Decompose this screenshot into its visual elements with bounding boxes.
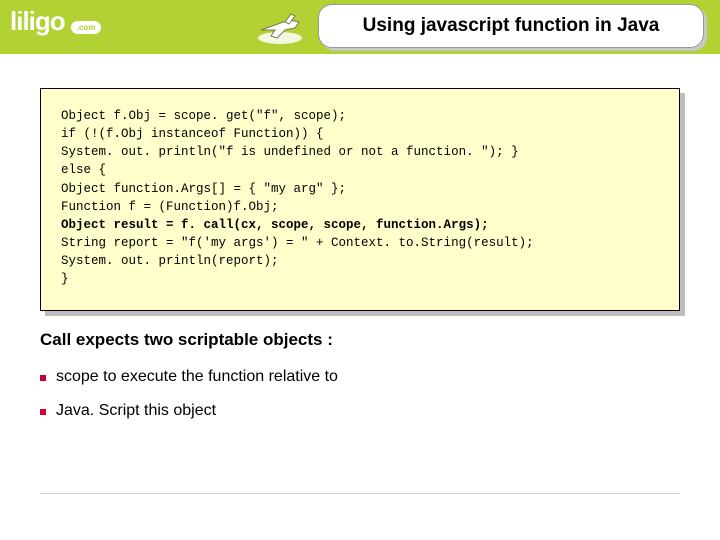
code-line: System. out. println(report);	[61, 254, 279, 268]
list-item: scope to execute the function relative t…	[40, 368, 680, 386]
code-line: Object function.Args[] = { "my arg" };	[61, 182, 346, 196]
code-content: Object f.Obj = scope. get("f", scope); i…	[61, 107, 659, 288]
footer-divider	[40, 493, 680, 494]
list-item: Java. Script this object	[40, 402, 680, 420]
brand-name: liligo	[10, 6, 65, 37]
code-line: String report = "f('my args') = " + Cont…	[61, 236, 534, 250]
code-line-bold: Object result = f. call(cx, scope, scope…	[61, 218, 489, 232]
slide-title: Using javascript function in Java	[363, 15, 660, 37]
subheading: Call expects two scriptable objects :	[40, 330, 680, 350]
code-line: Object f.Obj = scope. get("f", scope);	[61, 109, 346, 123]
code-line: }	[61, 272, 69, 286]
bullet-text: scope to execute the function relative t…	[56, 368, 338, 386]
code-line: Function f = (Function)f.Obj;	[61, 200, 279, 214]
body-content: Call expects two scriptable objects : sc…	[40, 330, 680, 436]
code-line: System. out. println("f is undefined or …	[61, 145, 519, 159]
brand-suffix: .com	[71, 21, 102, 34]
brand-logo: liligo .com	[10, 6, 101, 37]
code-line: else {	[61, 163, 106, 177]
bullet-square-icon	[40, 409, 46, 415]
bullet-square-icon	[40, 375, 46, 381]
slide-title-pill: Using javascript function in Java	[318, 4, 704, 48]
code-line: if (!(f.Obj instanceof Function)) {	[61, 127, 324, 141]
bullet-text: Java. Script this object	[56, 402, 216, 420]
code-block: Object f.Obj = scope. get("f", scope); i…	[40, 88, 680, 311]
airplane-icon	[255, 8, 305, 46]
